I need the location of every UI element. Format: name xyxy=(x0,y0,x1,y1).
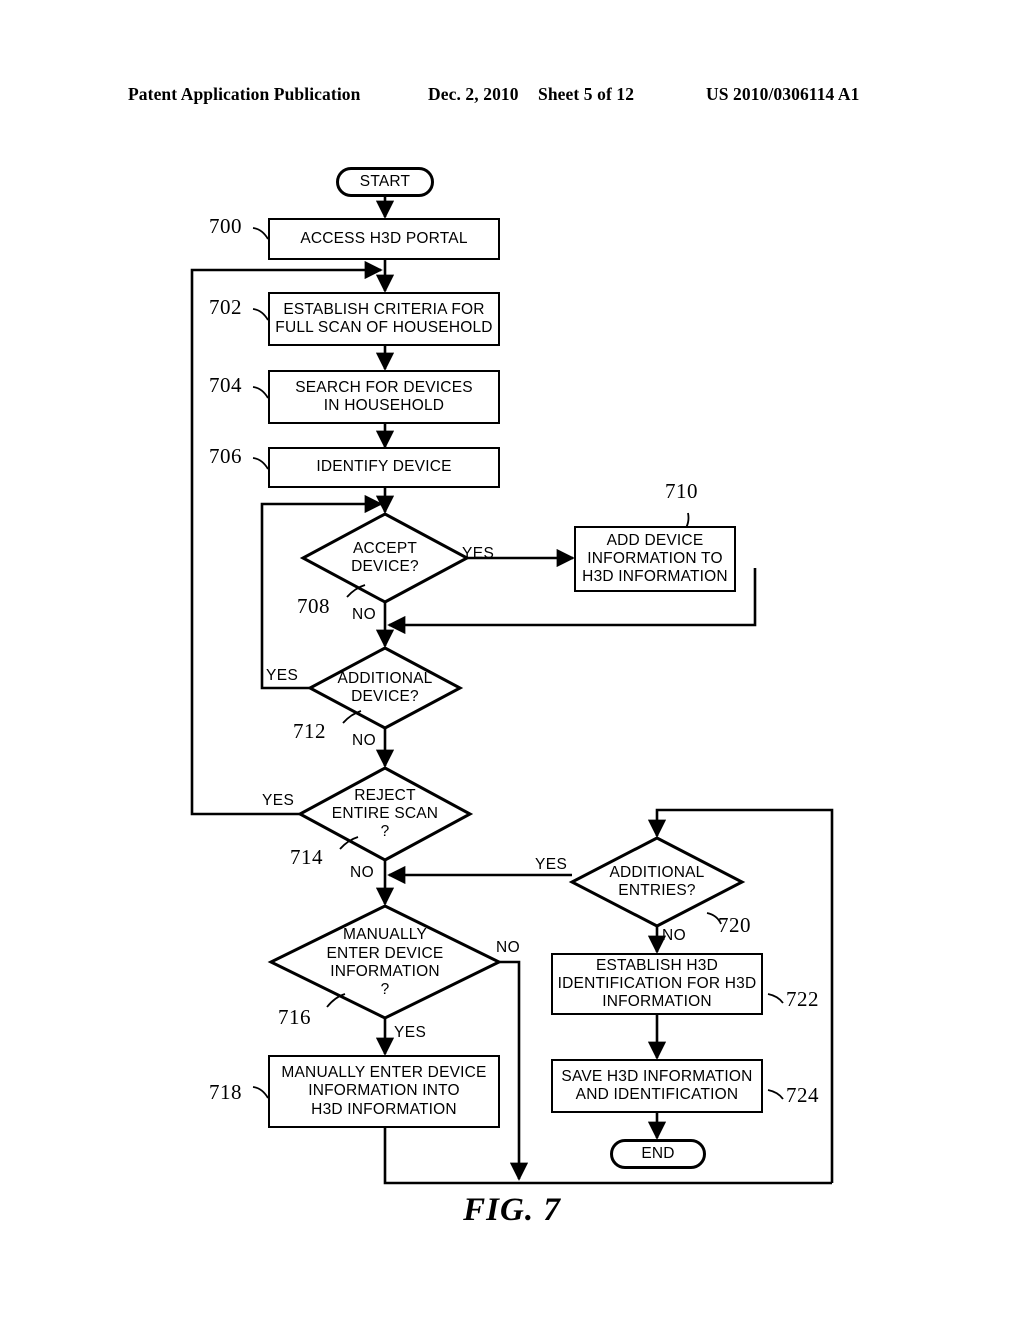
node-accept-device-decision[interactable]: ACCEPT DEVICE? xyxy=(319,534,451,582)
edge-label-712-yes: YES xyxy=(266,667,299,684)
node-716-label: MANUALLY ENTER DEVICE INFORMATION ? xyxy=(326,926,444,999)
node-720-label: ADDITIONAL ENTRIES? xyxy=(609,863,705,899)
node-manually-enter-device-information[interactable]: MANUALLY ENTER DEVICE INFORMATION INTO H… xyxy=(268,1055,500,1128)
edge-label-716-no: NO xyxy=(496,939,521,956)
node-724-label: SAVE H3D INFORMATION AND IDENTIFICATION xyxy=(561,1067,753,1103)
node-reject-entire-scan-decision[interactable]: REJECT ENTIRE SCAN ? xyxy=(316,780,454,848)
node-additional-device-decision[interactable]: ADDITIONAL DEVICE? xyxy=(322,664,448,712)
ref-numeral-716: 716 xyxy=(278,1005,311,1029)
ref-numeral-714: 714 xyxy=(290,845,323,869)
ref-numeral-706: 706 xyxy=(209,444,242,468)
node-establish-h3d-identification[interactable]: ESTABLISH H3D IDENTIFICATION FOR H3D INF… xyxy=(551,953,763,1015)
node-708-label: ACCEPT DEVICE? xyxy=(351,539,419,575)
node-700-label: ACCESS H3D PORTAL xyxy=(300,229,468,247)
edge-label-708-no: NO xyxy=(352,606,377,623)
edge-label-714-no: NO xyxy=(350,864,375,881)
edge-label-714-yes: YES xyxy=(262,792,295,809)
ref-numeral-718: 718 xyxy=(209,1080,242,1104)
flowchart-figure: START ACCESS H3D PORTAL 700 ESTABLISH CR… xyxy=(0,0,1024,1320)
figure-caption: FIG. 7 xyxy=(463,1192,561,1228)
node-702-label: ESTABLISH CRITERIA FOR FULL SCAN OF HOUS… xyxy=(275,300,493,336)
node-manually-enter-device-decision[interactable]: MANUALLY ENTER DEVICE INFORMATION ? xyxy=(303,922,467,1004)
node-save-h3d-information[interactable]: SAVE H3D INFORMATION AND IDENTIFICATION xyxy=(551,1059,763,1113)
node-718-label: MANUALLY ENTER DEVICE INFORMATION INTO H… xyxy=(281,1064,487,1118)
ref-numeral-712: 712 xyxy=(293,719,326,743)
ref-numeral-724: 724 xyxy=(786,1083,819,1107)
edge-label-716-yes: YES xyxy=(394,1024,427,1041)
ref-numeral-710: 710 xyxy=(665,479,698,503)
node-end[interactable]: END xyxy=(610,1139,706,1169)
node-end-label: END xyxy=(641,1144,675,1162)
ref-numeral-704: 704 xyxy=(209,373,242,397)
node-add-device-information[interactable]: ADD DEVICE INFORMATION TO H3D INFORMATIO… xyxy=(574,526,736,592)
edge-label-708-yes: YES xyxy=(462,545,495,562)
ref-numeral-708: 708 xyxy=(297,594,330,618)
ref-numeral-702: 702 xyxy=(209,295,242,319)
node-714-label: REJECT ENTIRE SCAN ? xyxy=(331,786,439,841)
ref-numeral-700: 700 xyxy=(209,214,242,238)
node-search-for-devices[interactable]: SEARCH FOR DEVICES IN HOUSEHOLD xyxy=(268,370,500,424)
ref-numeral-722: 722 xyxy=(786,987,819,1011)
node-start[interactable]: START xyxy=(336,167,434,197)
ref-numeral-720: 720 xyxy=(718,913,751,937)
edge-label-720-no: NO xyxy=(662,927,687,944)
node-722-label: ESTABLISH H3D IDENTIFICATION FOR H3D INF… xyxy=(557,956,757,1011)
node-704-label: SEARCH FOR DEVICES IN HOUSEHOLD xyxy=(295,378,473,414)
node-additional-entries-decision[interactable]: ADDITIONAL ENTRIES? xyxy=(592,858,722,906)
flowchart-connectors xyxy=(190,196,834,1185)
node-706-label: IDENTIFY DEVICE xyxy=(316,458,452,476)
edge-label-720-yes: YES xyxy=(535,856,568,873)
node-start-label: START xyxy=(359,172,411,190)
node-access-h3d-portal[interactable]: ACCESS H3D PORTAL xyxy=(268,218,500,260)
edge-label-712-no: NO xyxy=(352,732,377,749)
node-712-label: ADDITIONAL DEVICE? xyxy=(337,669,433,705)
node-establish-criteria[interactable]: ESTABLISH CRITERIA FOR FULL SCAN OF HOUS… xyxy=(268,292,500,346)
node-identify-device[interactable]: IDENTIFY DEVICE xyxy=(268,447,500,488)
node-710-label: ADD DEVICE INFORMATION TO H3D INFORMATIO… xyxy=(582,531,728,586)
